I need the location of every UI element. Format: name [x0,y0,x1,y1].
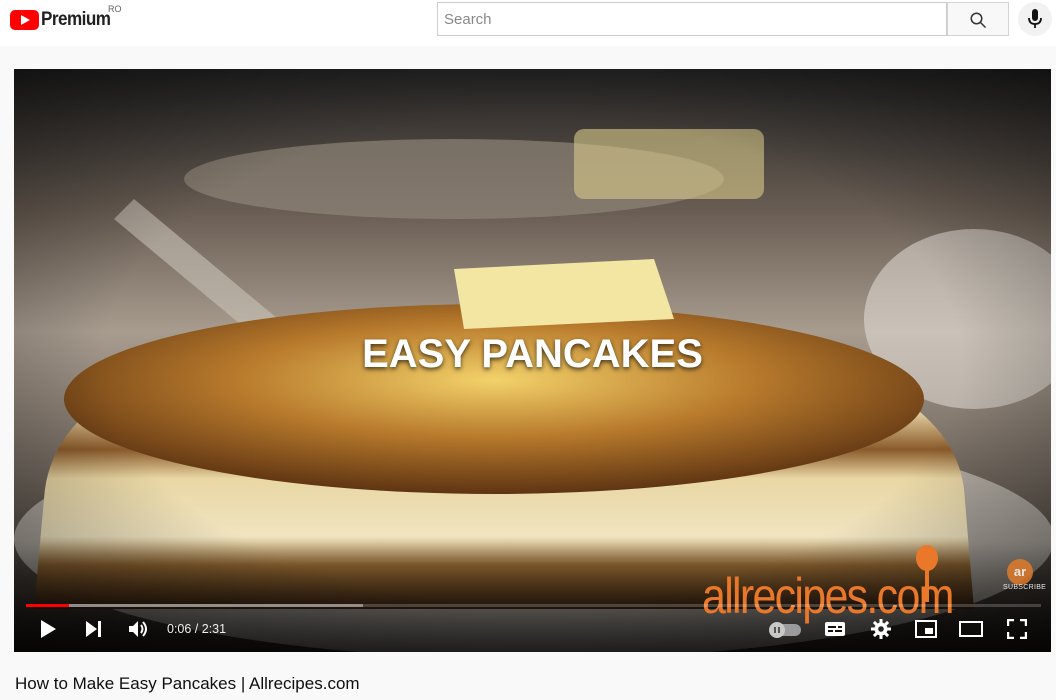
fullscreen-button[interactable] [1003,615,1031,643]
spoon-logo-icon [916,545,938,602]
subtitles-button[interactable] [821,615,849,643]
autoplay-toggle[interactable] [769,622,801,638]
fullscreen-icon [1007,619,1027,639]
search-input[interactable] [437,2,947,36]
play-icon [41,620,56,638]
search-button[interactable] [947,2,1009,36]
video-title[interactable]: How to Make Easy Pancakes | Allrecipes.c… [15,674,360,694]
subscribe-badge-icon[interactable]: ar [1007,559,1033,585]
gear-icon [871,619,891,639]
subtitles-icon [825,622,845,636]
search-icon [970,12,987,29]
progress-played [26,604,69,607]
time-display: 0:06 / 2:31 [167,622,227,636]
next-icon [86,621,101,637]
youtube-premium-logo[interactable]: Premium [10,8,118,32]
masthead: Premium RO [0,0,1056,46]
voice-search-button[interactable] [1018,2,1052,36]
play-button[interactable] [34,615,62,643]
youtube-logo-icon [10,10,39,30]
autoplay-pause-icon [769,622,785,638]
theater-mode-button[interactable] [957,615,985,643]
progress-bar[interactable] [26,604,1041,607]
volume-button[interactable] [125,615,153,643]
microphone-icon [1028,9,1042,28]
logo-text: Premium [41,9,111,30]
volume-icon [129,621,147,637]
next-button[interactable] [80,615,108,643]
miniplayer-icon [915,620,937,638]
video-player[interactable]: EASY PANCAKES allrecipes.com ar SUBSCRIB… [14,69,1051,652]
video-overlay-title: EASY PANCAKES [362,332,703,376]
theater-mode-icon [959,621,983,637]
settings-button[interactable] [867,615,895,643]
subscribe-label[interactable]: SUBSCRIBE [1003,584,1046,591]
miniplayer-button[interactable] [912,615,940,643]
country-code: RO [108,4,122,14]
progress-buffered [26,604,363,607]
